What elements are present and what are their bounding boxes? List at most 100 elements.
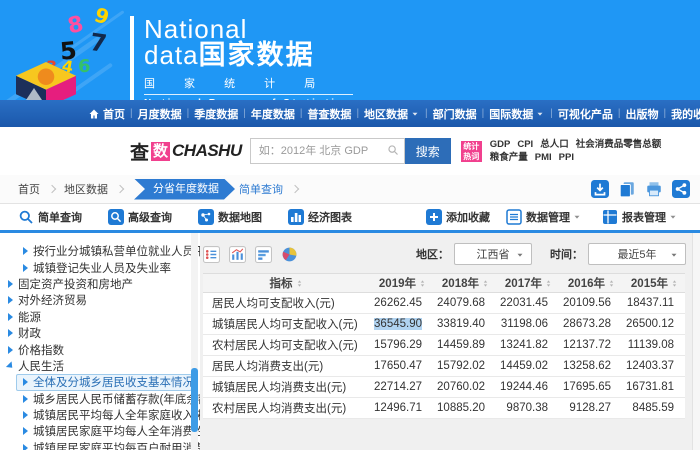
toolbar-item-label: 数据地图 [218, 209, 262, 225]
nav-item-label: 普查数据 [307, 106, 351, 122]
sidebar-item-8[interactable]: 全体及分城乡居民收支基本情况(新口径) [16, 374, 192, 390]
magnifier-box-icon [108, 209, 124, 225]
nav-item-9[interactable]: 出版物 [625, 106, 658, 122]
toolbar-item-label: 简单查询 [38, 209, 82, 225]
toolbar-item-1[interactable]: 高级查询 [108, 209, 172, 225]
nav-separator: | [187, 108, 190, 119]
hot-word[interactable]: PMI [535, 152, 552, 163]
nav-item-7[interactable]: 国际数据 [489, 106, 545, 122]
sidebar-item-10[interactable]: 城镇居民平均每人全年家庭收入来源 [0, 407, 200, 423]
sidebar-item-4[interactable]: 能源 [0, 309, 200, 325]
sidebar-item-label: 价格指数 [18, 342, 64, 358]
value-cell: 12137.72 [559, 335, 622, 356]
nav-item-4[interactable]: 普查数据 [307, 106, 351, 122]
nav-item-6[interactable]: 部门数据 [433, 106, 477, 122]
sidebar-item-11[interactable]: 城镇居民家庭平均每人全年消费性支出 [0, 423, 200, 439]
breadcrumb-active-tab[interactable]: 分省年度数据 [134, 179, 235, 200]
region-select[interactable]: 江西省 [454, 243, 532, 265]
value-cell: 19244.46 [496, 377, 559, 398]
table-row: 城镇居民人均消费支出(元)22714.2720760.0219244.46176… [203, 377, 685, 398]
value-cell: 17650.47 [370, 356, 433, 377]
column-header-label: 2016年 [568, 275, 605, 291]
sidebar-item-3[interactable]: 对外经济贸易 [0, 292, 200, 308]
data-manage-icon [506, 209, 522, 225]
column-header-3[interactable]: 2017年 [496, 274, 559, 293]
sidebar-scrollbar-track[interactable] [191, 233, 198, 450]
sidebar-item-9[interactable]: 城乡居民人民币储蓄存款(年底余额) [0, 391, 200, 407]
panel-scrollbar-track[interactable] [692, 233, 700, 450]
chevron-down-icon [572, 212, 582, 222]
download-icon[interactable] [591, 180, 609, 198]
nav-item-8[interactable]: 可视化产品 [558, 106, 613, 122]
nav-item-3[interactable]: 年度数据 [251, 106, 295, 122]
share-icon[interactable] [672, 180, 690, 198]
data-panel: 地区： 江西省 时间： 最近5年 指标2019年2018年2017年2016年2… [200, 233, 700, 450]
search-button[interactable]: 搜索 [405, 138, 451, 164]
value-cell: 11139.08 [622, 335, 685, 356]
value-cell: 12496.71 [370, 398, 433, 419]
breadcrumb-item-1[interactable]: 地区数据 [64, 181, 108, 197]
search-row: 查 数 CHASHU 搜索 统计 热词 GDPCPI总人口社会消费品零售总额 粮… [0, 127, 700, 175]
hbar-view-icon[interactable] [255, 246, 272, 263]
sidebar-item-label: 城镇居民家庭平均每百户耐用消费品拥有量 [33, 440, 200, 450]
value-cell: 20109.56 [559, 293, 622, 314]
list-view-icon[interactable] [203, 246, 220, 263]
sidebar-item-label: 人民生活 [18, 358, 64, 374]
sidebar-item-1[interactable]: 城镇登记失业人员及失业率 [0, 259, 200, 275]
hot-word[interactable]: 粮食产量 [490, 152, 528, 163]
print-icon[interactable] [645, 180, 663, 198]
value-cell: 36545.90 [370, 314, 433, 335]
toolbar: 简单查询 高级查询 数据地图 经济图表 添加收藏 数据管理 报表管理 [0, 204, 700, 230]
hot-word[interactable]: PPI [559, 152, 574, 163]
nav-item-0[interactable]: 首页 [88, 106, 125, 122]
table-row: 居民人均可支配收入(元)26262.4524079.6822031.452010… [203, 293, 685, 314]
bar-view-icon[interactable] [229, 246, 246, 263]
toolbar-item-3[interactable]: 经济图表 [288, 209, 352, 225]
nav-item-label: 我的收藏 [671, 106, 700, 122]
sidebar-scrollbar-thumb[interactable] [191, 368, 198, 432]
breadcrumb-item-3[interactable]: 简单查询 [239, 181, 283, 197]
breadcrumb-chevron-icon [116, 185, 124, 193]
column-header-4[interactable]: 2016年 [559, 274, 622, 293]
view-switcher [203, 246, 307, 263]
breadcrumb-item-0[interactable]: 首页 [18, 181, 40, 197]
column-header-2[interactable]: 2018年 [433, 274, 496, 293]
hot-word[interactable]: 社会消费品零售总额 [576, 139, 662, 150]
time-select[interactable]: 最近5年 [588, 243, 686, 265]
hot-word[interactable]: GDP [490, 139, 511, 150]
sidebar-item-7[interactable]: 人民生活 [0, 358, 200, 374]
column-header-label: 指标 [270, 275, 293, 291]
value-cell: 13241.82 [496, 335, 559, 356]
toolbar-item-0[interactable]: 简单查询 [18, 209, 82, 225]
nav-separator: | [663, 108, 666, 119]
value-cell: 24079.68 [433, 293, 496, 314]
nav-item-5[interactable]: 地区数据 [364, 106, 420, 122]
sidebar-item-5[interactable]: 财政 [0, 325, 200, 341]
sidebar-item-label: 按行业分城镇私营单位就业人员平均工资 [33, 243, 200, 259]
toolbar-right-item-2[interactable]: 报表管理 [602, 209, 682, 225]
toolbar-item-2[interactable]: 数据地图 [198, 209, 262, 225]
hot-word[interactable]: CPI [517, 139, 533, 150]
toolbar-right: 添加收藏 数据管理 报表管理 [410, 209, 682, 225]
sidebar-item-2[interactable]: 固定资产投资和房地产 [0, 276, 200, 292]
sidebar-item-0[interactable]: 按行业分城镇私营单位就业人员平均工资 [0, 243, 200, 259]
sidebar-item-12[interactable]: 城镇居民家庭平均每百户耐用消费品拥有量 [0, 440, 200, 450]
indicator-cell: 农村居民人均消费支出(元) [203, 398, 370, 419]
toolbar-item-label: 数据管理 [526, 209, 570, 225]
sidebar-item-6[interactable]: 价格指数 [0, 341, 200, 357]
column-header-5[interactable]: 2015年 [622, 274, 685, 293]
nav-item-label: 年度数据 [251, 106, 295, 122]
nav-item-1[interactable]: 月度数据 [138, 106, 182, 122]
search-input[interactable] [250, 138, 405, 164]
toolbar-right-item-1[interactable]: 数据管理 [506, 209, 586, 225]
nav-item-2[interactable]: 季度数据 [194, 106, 238, 122]
column-header-0[interactable]: 指标 [203, 274, 370, 293]
sidebar-item-label: 城镇居民平均每人全年家庭收入来源 [33, 407, 200, 423]
pie-view-icon[interactable] [281, 246, 298, 263]
hot-word[interactable]: 总人口 [540, 139, 569, 150]
column-header-1[interactable]: 2019年 [370, 274, 433, 293]
nav-item-10[interactable]: 我的收藏 [671, 106, 700, 122]
toolbar-right-item-0[interactable]: 添加收藏 [426, 209, 490, 225]
nav-separator: | [130, 108, 133, 119]
copy-icon[interactable] [618, 180, 636, 198]
